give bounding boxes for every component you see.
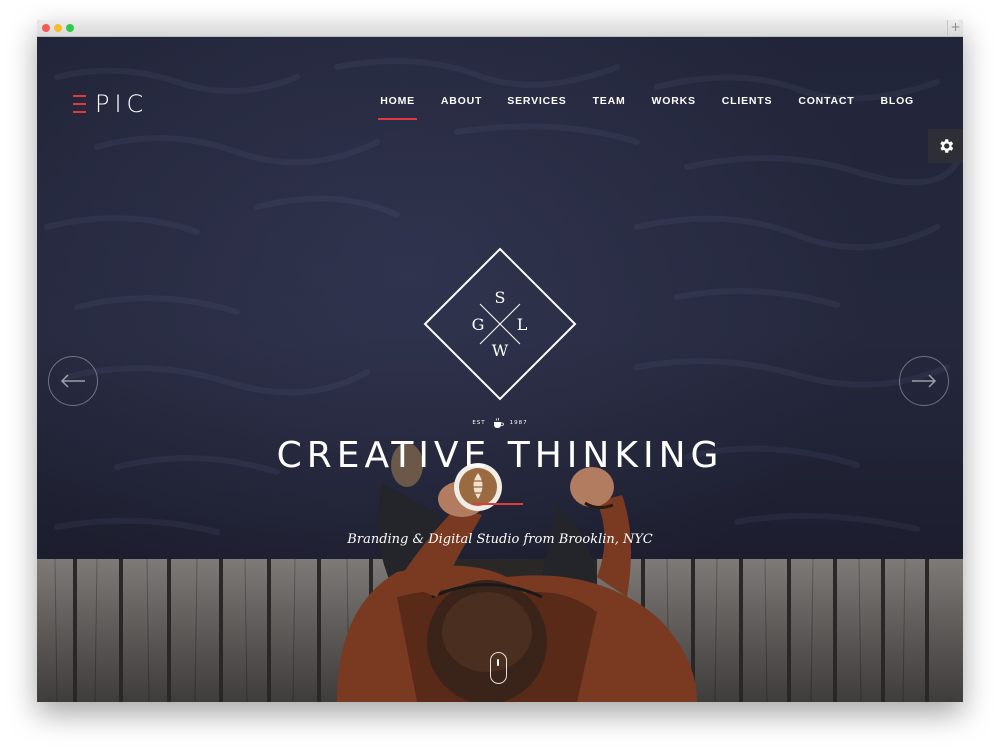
hero-headline: CREATIVE THINKING bbox=[276, 435, 724, 476]
close-window-button[interactable] bbox=[42, 24, 50, 32]
coffee-cup-icon bbox=[493, 417, 504, 428]
nav-item-blog[interactable]: BLOG bbox=[880, 95, 914, 119]
hero-subline: Branding & Digital Studio from Brooklin,… bbox=[347, 532, 653, 547]
mouse-scroll-icon[interactable] bbox=[490, 652, 507, 684]
nav-item-about[interactable]: ABOUT bbox=[441, 95, 482, 119]
hero-section: PIC HOME ABOUT SERVICES TEAM WORKS CLIEN… bbox=[37, 37, 963, 702]
arrow-right-icon bbox=[912, 374, 937, 388]
nav-item-works[interactable]: WORKS bbox=[652, 95, 696, 119]
logo-text: PIC bbox=[95, 90, 149, 118]
new-tab-button[interactable]: + bbox=[947, 20, 963, 36]
gear-icon bbox=[939, 139, 953, 153]
maximize-window-button[interactable] bbox=[66, 24, 74, 32]
arrow-left-icon bbox=[60, 374, 85, 388]
slider-next-button[interactable] bbox=[899, 356, 949, 406]
est-label: EST bbox=[472, 420, 486, 426]
emblem-letter-left: G bbox=[472, 315, 485, 334]
emblem-letter-right: L bbox=[517, 315, 528, 334]
browser-titlebar: + bbox=[37, 20, 963, 37]
settings-button[interactable] bbox=[928, 129, 963, 163]
minimize-window-button[interactable] bbox=[54, 24, 62, 32]
emblem-letter-top: S bbox=[495, 288, 506, 307]
slider-prev-button[interactable] bbox=[48, 356, 98, 406]
emblem-letter-bottom: W bbox=[492, 341, 509, 360]
nav-item-services[interactable]: SERVICES bbox=[507, 95, 566, 119]
nav-item-clients[interactable]: CLIENTS bbox=[722, 95, 773, 119]
established-line: EST 1987 bbox=[450, 413, 550, 433]
studio-emblem: S G L W bbox=[423, 247, 577, 401]
browser-window: + PIC HOME ABOUT SERVICES TEAM WORKS CLI… bbox=[37, 20, 963, 702]
est-year: 1987 bbox=[509, 420, 528, 426]
headline-divider bbox=[473, 503, 523, 505]
main-nav: HOME ABOUT SERVICES TEAM WORKS CLIENTS C… bbox=[378, 95, 914, 120]
nav-item-home[interactable]: HOME bbox=[378, 95, 417, 120]
nav-item-contact[interactable]: CONTACT bbox=[798, 95, 854, 119]
nav-item-team[interactable]: TEAM bbox=[593, 95, 626, 119]
brand-logo[interactable]: PIC bbox=[73, 89, 148, 119]
logo-e-mark bbox=[73, 95, 86, 113]
